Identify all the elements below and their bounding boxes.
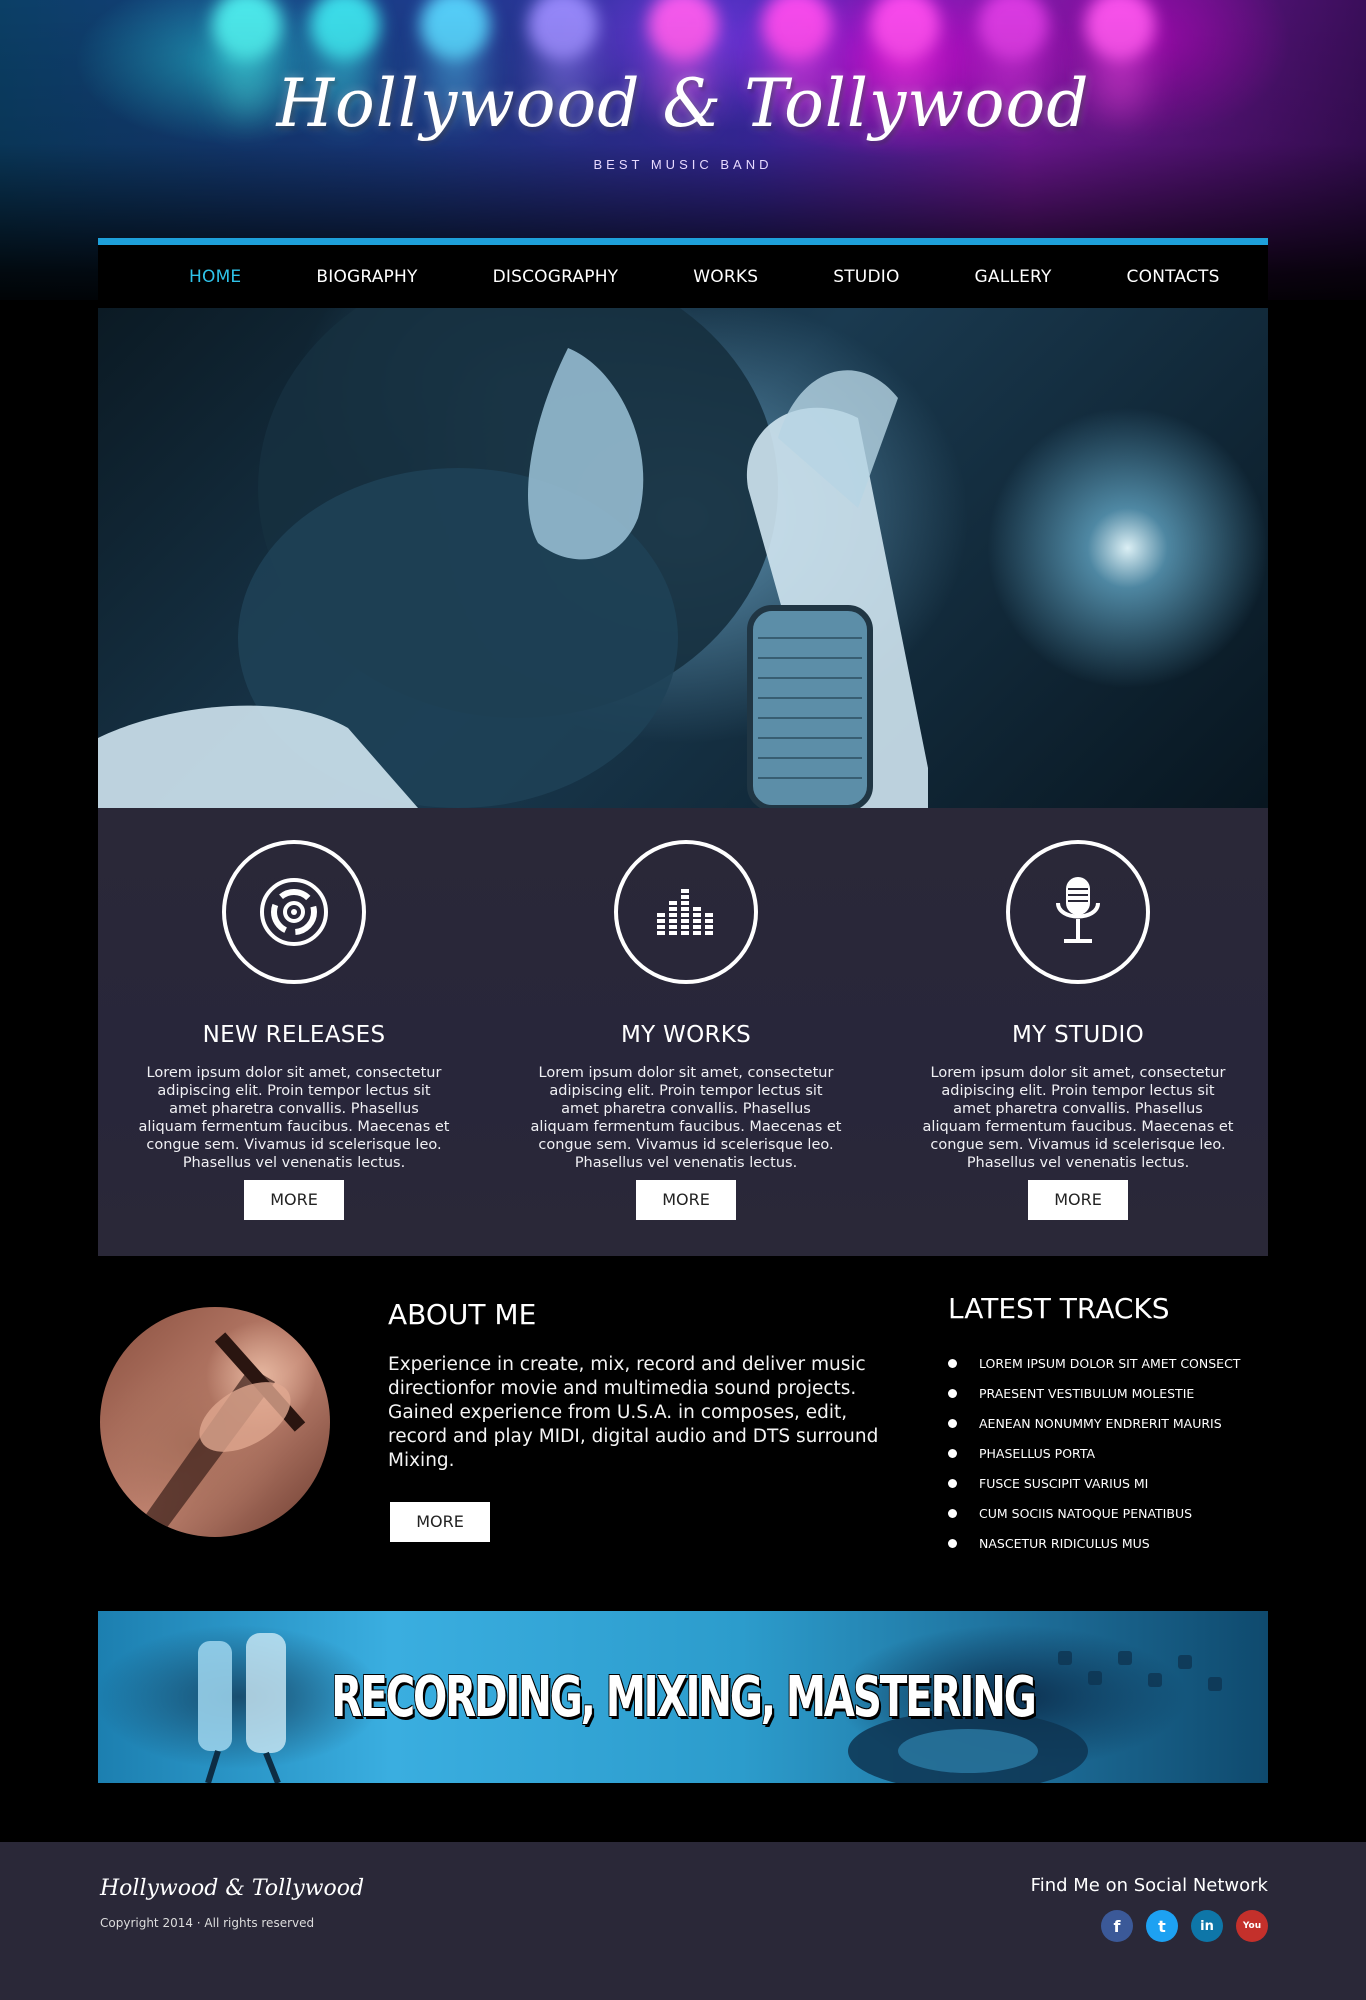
track-item[interactable]: PHASELLUS PORTA: [948, 1438, 1240, 1468]
track-label[interactable]: NASCETUR RIDICULUS MUS: [979, 1536, 1150, 1551]
main-nav: HOME BIOGRAPHY DISCOGRAPHY WORKS STUDIO …: [98, 238, 1268, 308]
track-label[interactable]: LOREM IPSUM DOLOR SIT AMET CONSECT: [979, 1356, 1240, 1371]
guitarist-illustration: [130, 1332, 306, 1537]
track-item[interactable]: LOREM IPSUM DOLOR SIT AMET CONSECT: [948, 1348, 1240, 1378]
nav-studio[interactable]: STUDIO: [833, 267, 899, 287]
track-label[interactable]: FUSCE SUSCIPIT VARIUS MI: [979, 1476, 1148, 1491]
bullet-icon: [948, 1388, 957, 1398]
latest-tracks-title: LATEST TRACKS: [948, 1292, 1170, 1325]
feature-my-studio: MY STUDIO Lorem ipsum dolor sit amet, co…: [882, 840, 1274, 1220]
feature-text: Lorem ipsum dolor sit amet, consectetur …: [530, 1065, 842, 1171]
feature-title: MY STUDIO: [1012, 1022, 1144, 1048]
track-label[interactable]: PHASELLUS PORTA: [979, 1446, 1095, 1461]
about-text: Experience in create, mix, record and de…: [388, 1354, 879, 1471]
bullet-icon: [948, 1358, 957, 1368]
site-tagline: BEST MUSIC BAND: [593, 157, 773, 172]
nav-works[interactable]: WORKS: [693, 267, 758, 287]
nav-contacts[interactable]: CONTACTS: [1127, 267, 1220, 287]
bullet-icon: [948, 1418, 957, 1428]
more-button[interactable]: MORE: [1028, 1180, 1128, 1220]
linkedin-icon[interactable]: in: [1191, 1910, 1223, 1942]
recording-banner-text: RECORDING, MIXING, MASTERING: [331, 1664, 1037, 1730]
facebook-icon[interactable]: f: [1101, 1910, 1133, 1942]
track-item[interactable]: PRAESENT VESTIBULUM MOLESTIE: [948, 1378, 1240, 1408]
feature-text: Lorem ipsum dolor sit amet, consectetur …: [922, 1065, 1234, 1171]
social-title: Find Me on Social Network: [1030, 1875, 1268, 1896]
nav-discography[interactable]: DISCOGRAPHY: [493, 267, 619, 287]
feature-title: MY WORKS: [620, 1022, 752, 1048]
copyright-text: Copyright 2014 · All rights reserved: [100, 1916, 315, 1930]
feature-title: NEW RELEASES: [202, 1022, 386, 1048]
bullet-icon: [948, 1538, 957, 1548]
bullet-icon: [948, 1478, 957, 1488]
hero-banner-image: [98, 308, 1268, 808]
about-title: ABOUT ME: [388, 1298, 537, 1331]
nav-biography[interactable]: BIOGRAPHY: [316, 267, 417, 287]
track-label[interactable]: CUM SOCIIS NATOQUE PENATIBUS: [979, 1506, 1192, 1521]
recording-banner[interactable]: RECORDING, MIXING, MASTERING: [98, 1611, 1268, 1783]
more-button[interactable]: MORE: [244, 1180, 344, 1220]
footer: Hollywood & Tollywood Copyright 2014 · A…: [0, 1842, 1366, 2000]
about-more-button[interactable]: MORE: [390, 1502, 490, 1542]
social-icons: f t in You: [1101, 1910, 1268, 1942]
features-panel: NEW RELEASES Lorem ipsum dolor sit amet,…: [98, 808, 1268, 1256]
feature-my-works: MY WORKS Lorem ipsum dolor sit amet, con…: [490, 840, 882, 1220]
track-item[interactable]: AENEAN NONUMMY ENDRERIT MAURIS: [948, 1408, 1240, 1438]
twitter-icon[interactable]: t: [1146, 1910, 1178, 1942]
more-button[interactable]: MORE: [636, 1180, 736, 1220]
track-item[interactable]: FUSCE SUSCIPIT VARIUS MI: [948, 1468, 1240, 1498]
bullet-icon: [948, 1508, 957, 1518]
track-label[interactable]: PRAESENT VESTIBULUM MOLESTIE: [979, 1386, 1194, 1401]
microphone-icon[interactable]: [1006, 840, 1150, 984]
track-item[interactable]: NASCETUR RIDICULUS MUS: [948, 1528, 1240, 1558]
youtube-icon[interactable]: You: [1236, 1910, 1268, 1942]
vinyl-disc-icon[interactable]: [222, 840, 366, 984]
track-label[interactable]: AENEAN NONUMMY ENDRERIT MAURIS: [979, 1416, 1222, 1431]
bullet-icon: [948, 1448, 957, 1458]
about-photo: [100, 1307, 330, 1537]
nav-home[interactable]: HOME: [189, 267, 241, 287]
equalizer-icon[interactable]: [614, 840, 758, 984]
nav-gallery[interactable]: GALLERY: [975, 267, 1052, 287]
site-logo[interactable]: Hollywood & Tollywood: [0, 65, 1366, 142]
singer-illustration: [98, 308, 928, 808]
feature-new-releases: NEW RELEASES Lorem ipsum dolor sit amet,…: [98, 840, 490, 1220]
track-item[interactable]: CUM SOCIIS NATOQUE PENATIBUS: [948, 1498, 1240, 1528]
feature-text: Lorem ipsum dolor sit amet, consectetur …: [138, 1065, 450, 1171]
footer-logo[interactable]: Hollywood & Tollywood: [100, 1876, 364, 1901]
latest-tracks-list: LOREM IPSUM DOLOR SIT AMET CONSECT PRAES…: [948, 1348, 1240, 1558]
